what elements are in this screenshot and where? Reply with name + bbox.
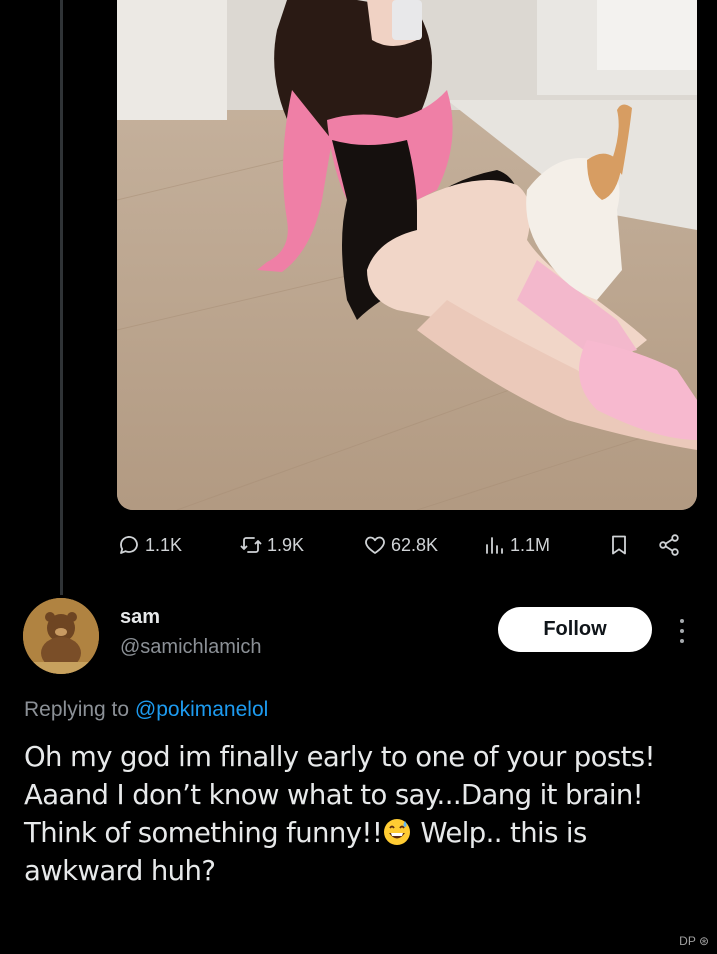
reply-icon: [120, 536, 138, 554]
retweet-action[interactable]: 1.9K: [239, 528, 304, 562]
grinning-sweat-emoji-icon: [384, 819, 411, 845]
avatar[interactable]: [23, 598, 99, 674]
replying-to-line: Replying to @pokimanelol: [24, 698, 268, 722]
replying-prefix: Replying to: [24, 698, 130, 721]
like-count: 62.8K: [391, 534, 439, 555]
bookmark-icon: [612, 535, 626, 555]
more-icon[interactable]: [672, 616, 692, 646]
like-icon: [365, 536, 385, 554]
like-action[interactable]: 62.8K: [363, 528, 438, 562]
retweet-count: 1.9K: [267, 534, 305, 555]
reply-count: 1.1K: [145, 534, 183, 555]
share-action[interactable]: [657, 528, 681, 562]
bookmark-action[interactable]: [607, 528, 631, 562]
retweet-icon: [240, 537, 262, 553]
follow-button[interactable]: Follow: [498, 607, 652, 652]
reply-display-name[interactable]: sam: [120, 606, 160, 629]
views-action[interactable]: 1.1M: [482, 528, 550, 562]
watermark: DP ⊛: [679, 934, 709, 948]
views-count: 1.1M: [510, 534, 551, 555]
tweet-action-bar: 1.1K 1.9K 62.8K 1.1M: [117, 528, 692, 562]
tweet-media-photo[interactable]: [117, 0, 697, 510]
photo-illustration: [117, 0, 697, 510]
reply-action[interactable]: 1.1K: [117, 528, 182, 562]
thread-line: [60, 0, 63, 595]
reply-text: Oh my god im finally early to one of you…: [24, 738, 694, 890]
share-icon: [659, 534, 679, 556]
replying-mention-link[interactable]: @pokimanelol: [135, 698, 268, 721]
reply-handle[interactable]: @samichlamich: [120, 636, 261, 659]
views-icon: [486, 537, 503, 554]
bear-avatar-image: [23, 598, 99, 674]
